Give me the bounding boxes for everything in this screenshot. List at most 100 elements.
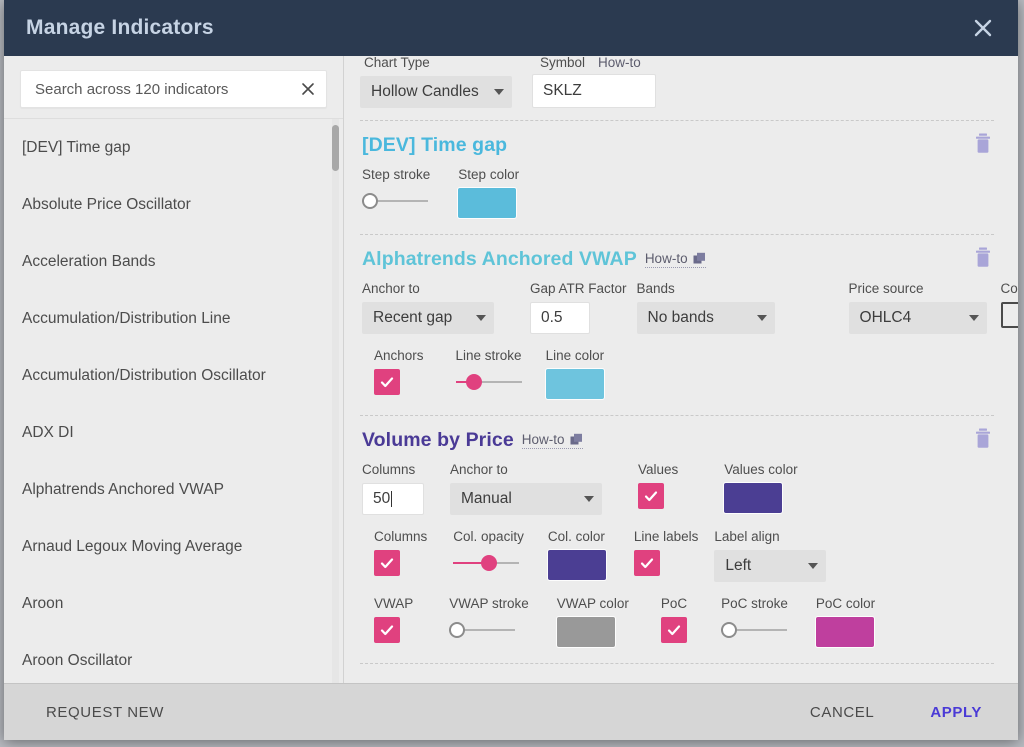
chart-type-label: Chart Type [364, 56, 430, 70]
input-gap-atr-factor[interactable]: 0.5 [530, 302, 590, 334]
indicator-section: Alphatrends Anchored VWAP How-to Anchor to… [360, 246, 1018, 416]
control-row: Columns 50 Anchor to Manual Values Values col… [362, 462, 994, 515]
select-anchor-to[interactable]: Manual [450, 483, 602, 515]
indicator-section: Volume by Price How-to Columns 50 Anchor to M… [360, 427, 994, 664]
list-item[interactable]: Alphatrends Anchored VWAP [4, 461, 343, 518]
slider-vwap-stroke[interactable] [449, 617, 516, 643]
close-icon[interactable] [968, 13, 998, 43]
select-anchor-to[interactable]: Recent gap [362, 302, 494, 334]
input-columns[interactable]: 50 [362, 483, 424, 515]
howto-label: How-to [521, 432, 565, 447]
request-new-button[interactable]: REQUEST NEW [36, 698, 174, 727]
slider-knob[interactable] [480, 555, 497, 571]
checkbox-continuous?[interactable] [1000, 302, 1018, 328]
symbol-input[interactable]: SKLZ [532, 74, 656, 108]
slider-line-stroke[interactable] [455, 369, 522, 395]
list-item-label: Acceleration Bands [22, 252, 156, 270]
control-label: Col. opacity [453, 529, 524, 544]
control-label: Gap ATR Factor [530, 281, 627, 296]
control-label: Line color [545, 348, 605, 363]
list-item[interactable]: Aroon [4, 575, 343, 632]
control-label: PoC stroke [721, 596, 788, 611]
search-clear-icon[interactable] [298, 79, 318, 99]
indicator-section: [DEV] Time gap Step stroke Step color [360, 132, 994, 235]
section-divider [360, 663, 994, 664]
app-root: Manage Indicators Search across 120 indi… [0, 0, 1024, 747]
select-price-source[interactable]: OHLC4 [848, 302, 987, 334]
color-swatch-vwap-color[interactable] [556, 617, 615, 647]
list-item[interactable]: Acceleration Bands [4, 233, 343, 290]
checkbox-values[interactable] [638, 483, 664, 509]
chart-type-value: Hollow Candles [371, 83, 479, 100]
control-row: Columns Col. opacity Col. color Line labels… [374, 529, 994, 582]
apply-button[interactable]: APPLY [920, 698, 992, 727]
slider-knob[interactable] [449, 622, 466, 638]
slider-step-stroke[interactable] [362, 188, 428, 214]
trash-icon[interactable] [972, 246, 994, 270]
slider-poc-stroke[interactable] [721, 617, 788, 643]
indicator-list-scrollbar-track[interactable] [332, 119, 339, 683]
dialog-body: [DEV] Time gap Absolute Price Oscillator A… [4, 56, 1018, 683]
select-value: Recent gap [373, 309, 453, 326]
color-swatch-poc-color[interactable] [815, 617, 874, 647]
control-label: Columns [374, 529, 428, 544]
howto-link[interactable]: How-to [521, 432, 583, 449]
slider-knob[interactable] [362, 193, 378, 209]
trash-icon[interactable] [972, 132, 994, 156]
slider-knob[interactable] [721, 622, 738, 638]
list-item[interactable]: Absolute Price Oscillator [4, 176, 343, 233]
cancel-button[interactable]: CANCEL [800, 698, 884, 727]
manage-indicators-dialog: Manage Indicators Search across 120 indi… [4, 0, 1018, 740]
checkbox-columns[interactable] [374, 550, 400, 576]
list-item[interactable]: Arnaud Legoux Moving Average [4, 518, 343, 575]
trash-icon[interactable] [972, 427, 994, 451]
chart-settings-row: Hollow Candles SKLZ [360, 74, 994, 108]
chart-type-select[interactable]: Hollow Candles [360, 76, 512, 108]
howto-link[interactable]: How-to [644, 251, 706, 268]
control-label: VWAP color [556, 596, 629, 611]
slider-knob[interactable] [465, 374, 482, 390]
list-item[interactable]: Aroon Oscillator [4, 632, 343, 683]
control-field: Anchor to Manual [450, 462, 602, 515]
symbol-howto-link[interactable]: How-to [598, 56, 641, 70]
checkbox-line-labels[interactable] [633, 550, 660, 576]
color-swatch-values-color[interactable] [724, 483, 783, 513]
color-swatch-line-color[interactable] [545, 369, 604, 399]
indicator-list-scrollbar-thumb[interactable] [332, 125, 339, 171]
indicator-section-header: [DEV] Time gap [362, 132, 994, 157]
indicator-section-title: Volume by Price [362, 429, 514, 451]
slider-col-opacity[interactable] [453, 550, 520, 576]
control-row: VWAP VWAP stroke VWAP color PoC PoC stroke Po… [374, 596, 994, 647]
list-item[interactable]: [DEV] Time gap [4, 119, 343, 176]
control-label: PoC [660, 596, 688, 611]
control-label: Values color [724, 462, 798, 477]
control-field: PoC color [815, 596, 875, 647]
checkbox-vwap[interactable] [374, 617, 400, 643]
indicator-settings-pane[interactable]: Chart Type Symbol How-to Hollow Candles [344, 56, 1018, 683]
color-swatch-step-color[interactable] [458, 188, 517, 218]
list-item[interactable]: Accumulation/Distribution Line [4, 290, 343, 347]
checkbox-poc[interactable] [660, 617, 687, 643]
indicator-settings-content: Chart Type Symbol How-to Hollow Candles [360, 56, 1018, 664]
select-bands[interactable]: No bands [636, 302, 775, 334]
list-item[interactable]: ADX DI [4, 404, 343, 461]
control-field: Label align Left [714, 529, 827, 582]
search-input[interactable] [33, 79, 292, 99]
control-field: Col. color [547, 529, 606, 580]
control-field: Line color [545, 348, 605, 399]
list-item[interactable]: Accumulation/Distribution Oscillator [4, 347, 343, 404]
indicator-section-title: [DEV] Time gap [362, 134, 508, 156]
color-swatch-col-color[interactable] [547, 550, 606, 580]
control-label: Price source [848, 281, 924, 296]
control-field: Line stroke [455, 348, 522, 395]
control-label: Anchor to [362, 281, 420, 296]
chevron-down-icon [584, 496, 594, 502]
indicator-list[interactable]: [DEV] Time gap Absolute Price Oscillator A… [4, 118, 343, 683]
input-value: 0.5 [541, 309, 563, 326]
control-field: Columns [374, 529, 427, 576]
control-label: Line stroke [455, 348, 522, 363]
select-label-align[interactable]: Left [714, 550, 827, 582]
input-value: 50 [373, 490, 391, 507]
control-label: Label align [714, 529, 780, 544]
checkbox-anchors[interactable] [374, 369, 400, 395]
